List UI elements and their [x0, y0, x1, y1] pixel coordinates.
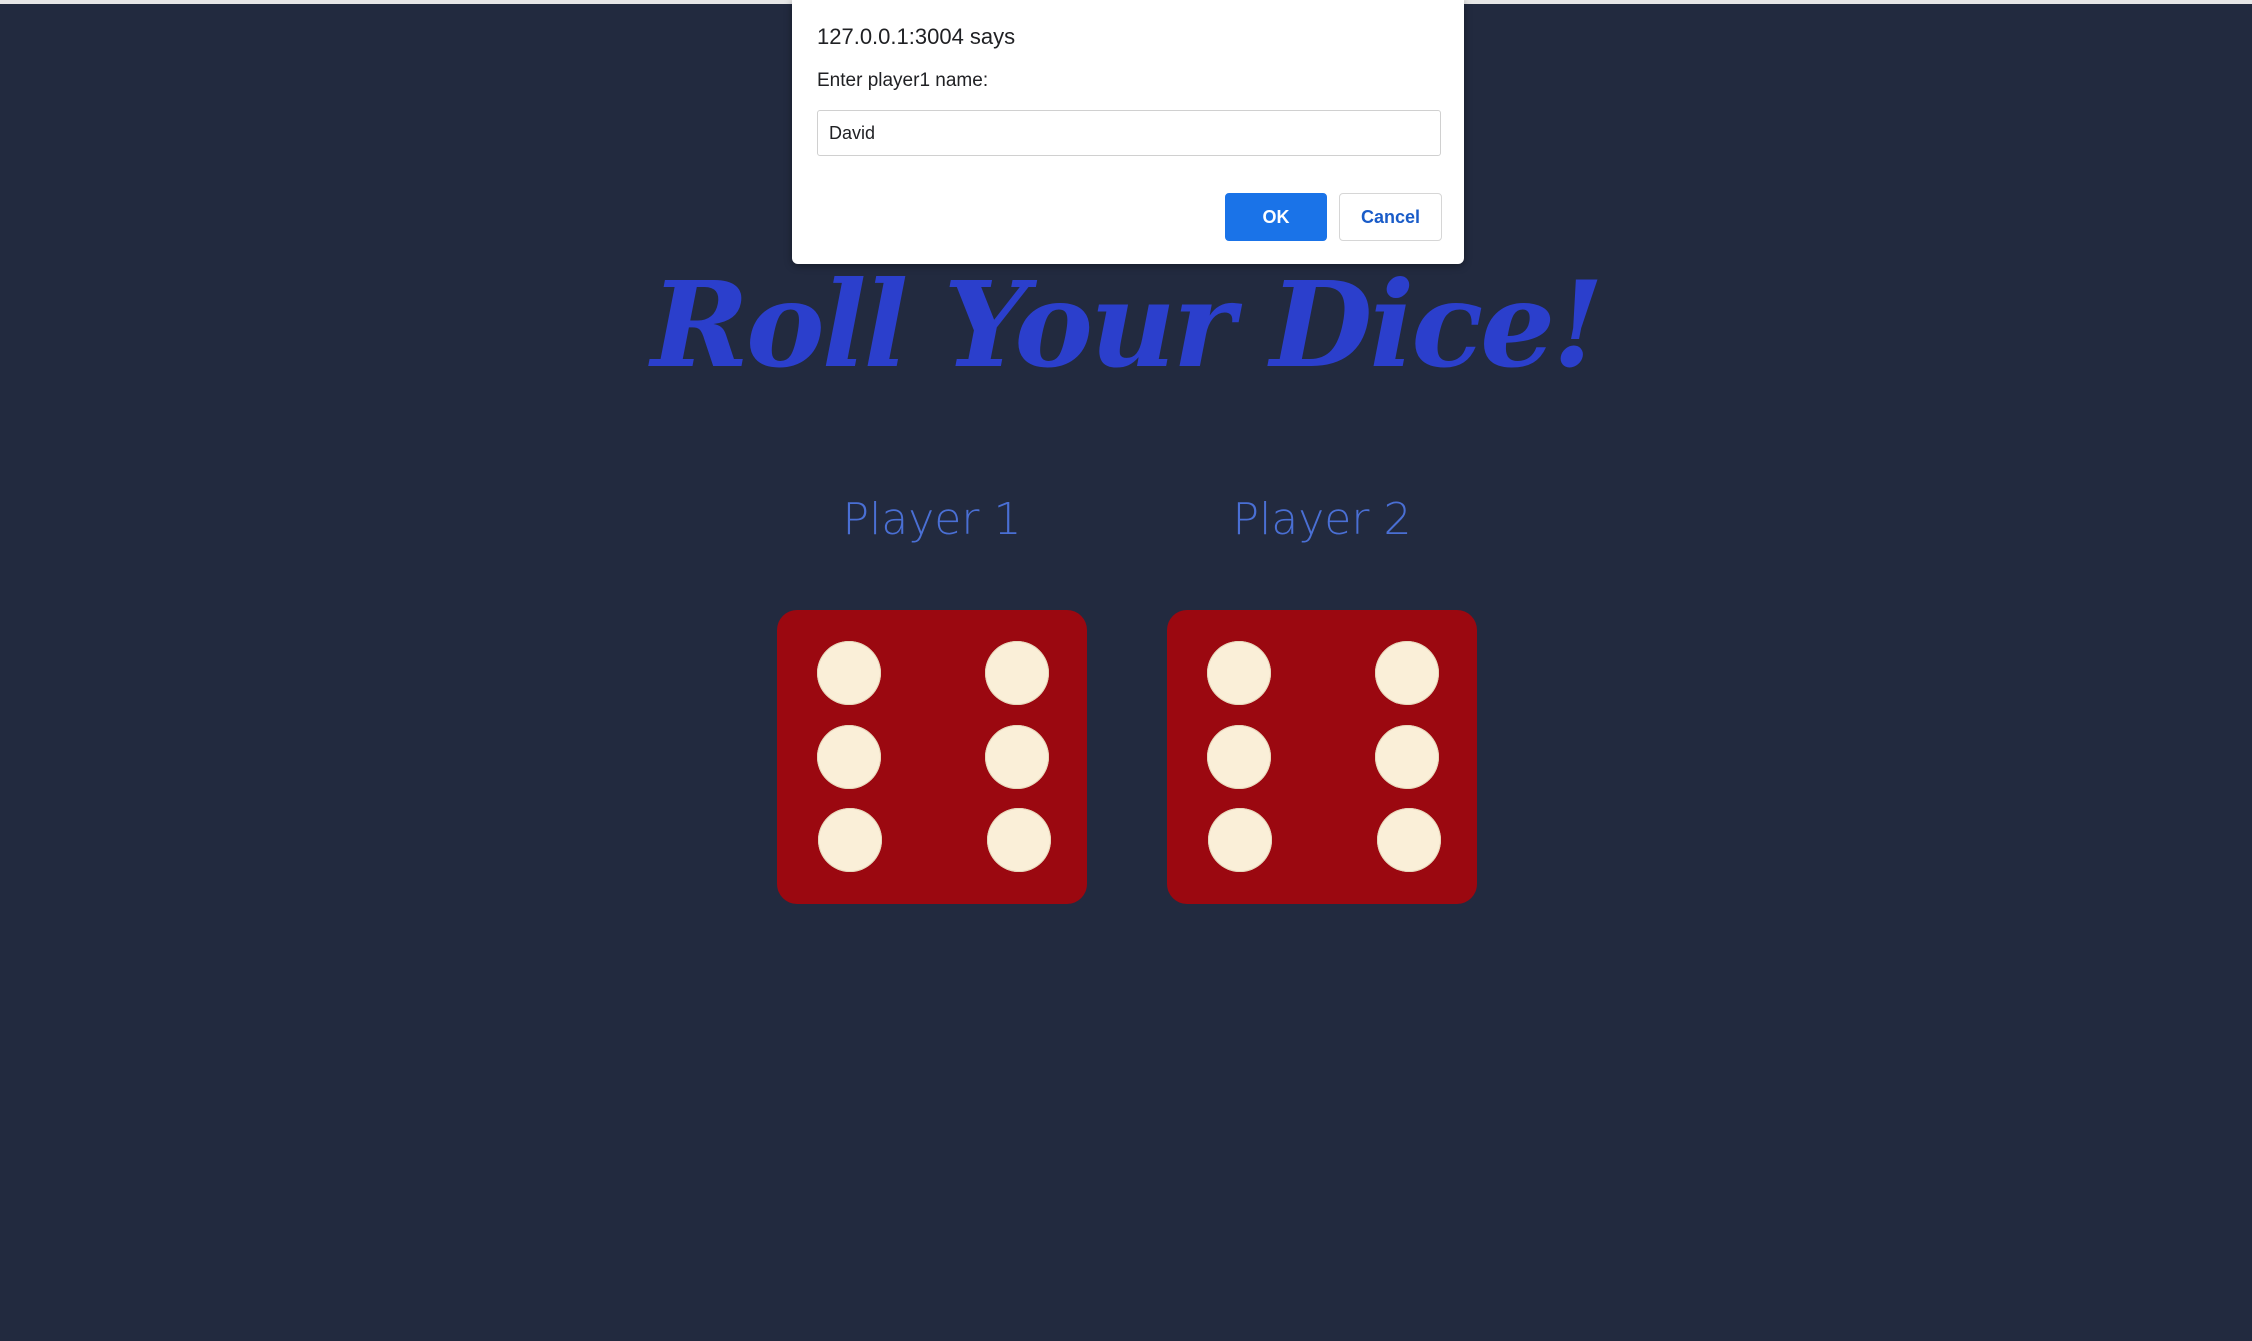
player-1-label: Player 1	[842, 494, 1022, 545]
die-pip	[817, 641, 881, 705]
player-2-die	[1167, 610, 1477, 904]
die-pip	[1208, 808, 1272, 872]
die-pip	[985, 725, 1049, 789]
die-pip	[1375, 725, 1439, 789]
ok-button[interactable]: OK	[1225, 193, 1327, 241]
player-1-die	[777, 610, 1087, 904]
player-2-panel: Player 2	[1167, 480, 1477, 904]
player-name-input[interactable]	[817, 110, 1441, 156]
die-pip	[818, 808, 882, 872]
die-pip	[1207, 725, 1271, 789]
die-pip	[817, 725, 881, 789]
die-pip	[1375, 641, 1439, 705]
die-pip	[1207, 641, 1271, 705]
dialog-title: 127.0.0.1:3004 says	[817, 24, 1016, 49]
player-1-panel: Player 1	[777, 480, 1087, 904]
die-pip	[985, 641, 1049, 705]
prompt-dialog: 127.0.0.1:3004 says Enter player1 name: …	[792, 0, 1464, 264]
player-2-label: Player 2	[1232, 494, 1412, 545]
die-pip	[987, 808, 1051, 872]
die-pip	[1377, 808, 1441, 872]
dialog-message: Enter player1 name:	[817, 70, 989, 91]
cancel-button[interactable]: Cancel	[1339, 193, 1442, 241]
page-title: Roll Your Dice!	[650, 255, 1604, 394]
